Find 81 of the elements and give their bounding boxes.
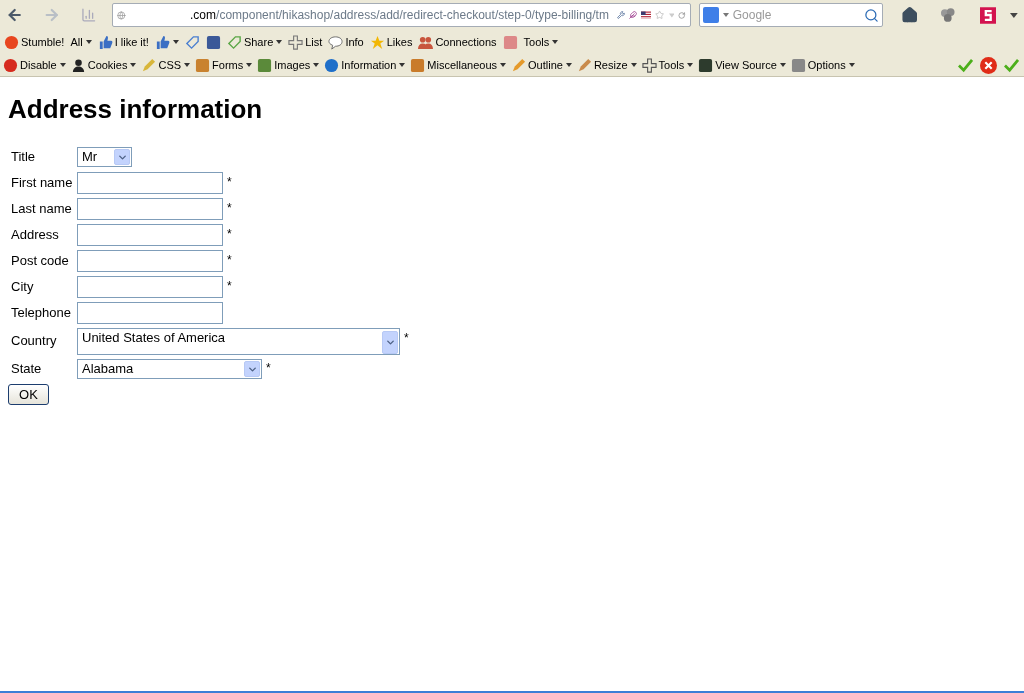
toolbar-button[interactable]: Connections [416,32,499,52]
checkmark-icon [1004,57,1019,73]
feather-icon[interactable] [629,8,638,22]
toolbar-button[interactable]: Outline [509,55,574,75]
toolbar-button[interactable]: Images [255,55,322,75]
toolbar-button[interactable]: Forms [193,55,255,75]
required-mark: * [404,330,409,347]
toolbar-button[interactable]: Options [788,55,857,75]
toolbar-button[interactable]: Likes [367,32,415,52]
text-field[interactable] [77,302,223,324]
tag-icon [184,34,200,50]
field-label: Address [11,226,60,245]
select-value: Alabama [82,361,134,377]
home-icon[interactable] [900,6,919,24]
text-field[interactable] [77,198,223,220]
signal-bars-icon [80,7,97,23]
page-heading: Address information [8,94,264,124]
field-label: Post code [11,252,70,271]
toolbar-button[interactable]: Miscellaneous [408,55,509,75]
search-field[interactable]: Google [698,3,883,27]
required-mark: * [227,174,232,191]
dropdown-triangle-icon[interactable] [668,11,675,19]
toolbar-button[interactable]: Info [326,32,366,52]
wrench-icon[interactable] [616,8,625,22]
menu-caret-icon[interactable] [1010,12,1018,18]
toolbar-button[interactable]: Resize [574,55,639,75]
required-mark: * [227,200,232,217]
toolbar-button[interactable]: Stumble! [2,32,67,52]
required-mark: * [227,252,232,269]
search-engine-icon[interactable] [702,7,719,23]
field-label: First name [11,174,74,193]
toolbar-button[interactable]: Share [224,32,285,52]
ok-button[interactable]: OK [8,384,49,405]
field-label: State [11,360,43,379]
toolbar-button[interactable]: Tools [521,32,561,52]
addon-s-icon[interactable] [979,6,997,24]
toolbar-button[interactable]: CSS [139,55,193,75]
text-field[interactable] [77,172,223,194]
select-field[interactable]: Mr [77,147,132,167]
people-icon [418,34,434,50]
toolbar-button[interactable]: List [286,32,325,52]
select-value: United States of America [82,329,226,346]
back-icon[interactable] [6,6,24,24]
text-field[interactable] [77,250,223,272]
text-field[interactable] [77,276,223,298]
field-label: Last name [11,200,73,219]
required-mark: * [227,226,232,243]
star-icon [369,34,385,50]
toolbar-button[interactable]: Disable [1,55,68,75]
field-label: Telephone [11,304,72,323]
plus-icon [288,34,304,50]
search-icon[interactable] [863,7,879,23]
toolbar-button[interactable]: All [68,32,94,52]
person-icon [70,57,86,73]
field-label: Country [11,332,58,351]
toolbar-button[interactable]: Tools [639,55,696,75]
select-value: Mr [82,149,98,165]
thumbs-down-icon [154,34,170,50]
error-icon [980,56,997,74]
toolbar-button[interactable]: Information [322,55,408,75]
required-mark: * [227,278,232,295]
caret-icon[interactable] [722,13,729,17]
text-field[interactable] [77,224,223,246]
field-label: Title [11,148,37,167]
required-mark: * [266,360,271,377]
checkmark-icon [958,57,973,73]
speech-bubble-icon [328,34,344,50]
toolbar-button[interactable]: I like it! [95,32,151,52]
flag-icon[interactable] [641,9,652,21]
search-input[interactable]: Google [732,6,860,24]
thumbs-up-icon [97,34,113,50]
toolbar-button[interactable]: Cookies [68,55,139,75]
select-field[interactable]: Alabama [77,359,262,379]
pencil-icon [511,57,527,73]
share-icon [226,34,242,50]
select-field[interactable]: United States of America [77,327,400,355]
url-text: .com/component/hikashop/address/add/redirect-checkout/step-0/type-billing/tm [190,7,609,24]
field-label: City [11,278,35,297]
toolbar-button[interactable]: View Source [696,55,788,75]
cluster-icon[interactable] [940,7,956,23]
address-bar[interactable]: .com/component/hikashop/address/add/redirect-checkout/step-0/type-billing/tm [112,3,691,27]
